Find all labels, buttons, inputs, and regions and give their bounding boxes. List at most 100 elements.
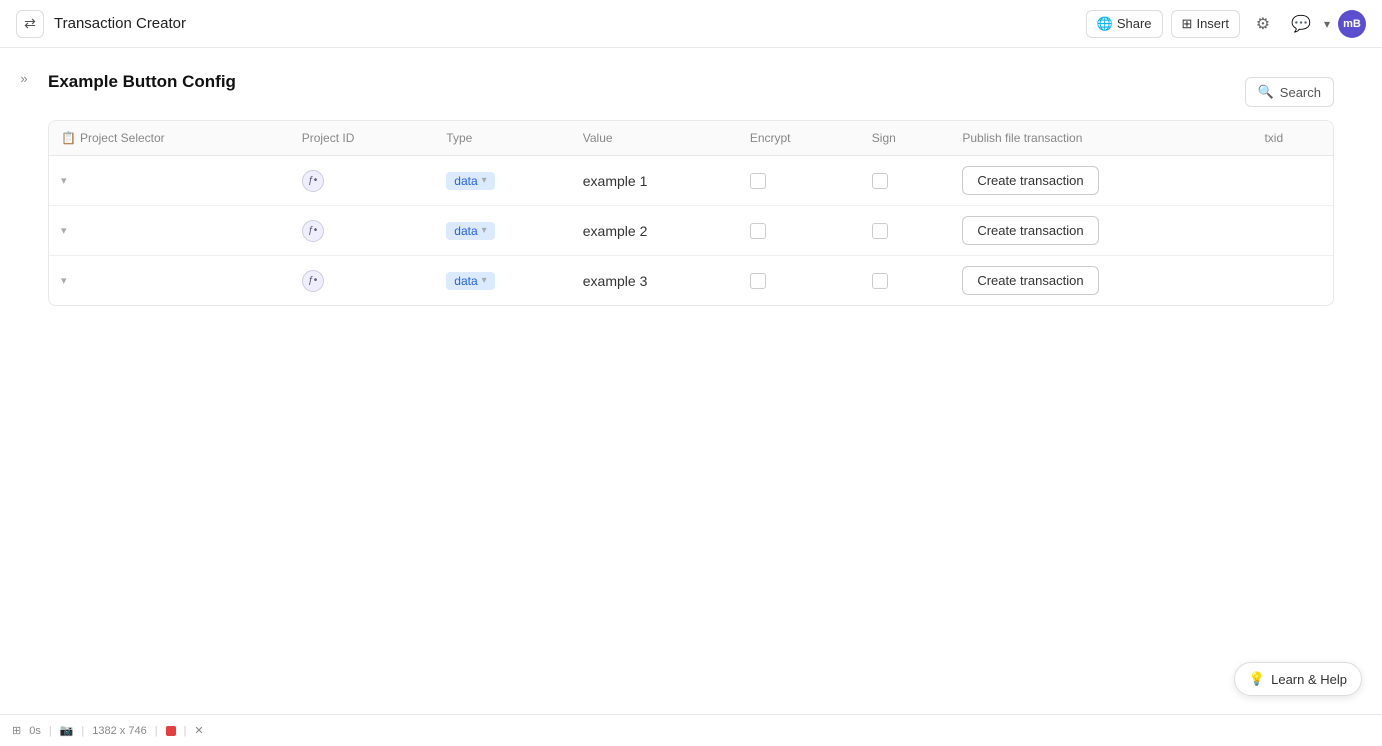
bottombar-sep1: | <box>49 725 52 737</box>
col-txid: txid <box>1252 121 1333 156</box>
dimensions-value: 1382 x 746 <box>92 725 146 737</box>
share-label: Share <box>1117 16 1152 31</box>
row1-encrypt-checkbox[interactable] <box>750 173 766 189</box>
main-content: Example Button Config 🔍 Search 📋 Project… <box>0 48 1382 330</box>
row3-project-id: ƒ• <box>290 256 435 306</box>
table-header: 📋 Project Selector Project ID Type Value… <box>49 121 1333 156</box>
row3-sign <box>860 256 951 306</box>
row2-encrypt <box>738 206 860 256</box>
row3-project-selector: ▾ <box>49 256 290 306</box>
comments-button[interactable]: 💬 <box>1286 9 1316 39</box>
row3-chevron-icon[interactable]: ▾ <box>61 274 67 287</box>
bottombar-sep3: | <box>155 725 158 737</box>
bottombar: ⊞ 0s | 📷 | 1382 x 746 | | ✕ <box>0 714 1382 746</box>
row1-type-label: data <box>454 174 477 188</box>
learn-help-label: Learn & Help <box>1271 672 1347 687</box>
section-title: Example Button Config <box>48 72 236 92</box>
row2-value: example 2 <box>571 206 738 256</box>
search-label: Search <box>1280 85 1321 100</box>
row2-txid <box>1252 206 1333 256</box>
row1-txid <box>1252 156 1333 206</box>
page-title: Transaction Creator <box>54 15 186 32</box>
bottombar-camera-icon[interactable]: 📷 <box>60 724 74 737</box>
col-project-id: Project ID <box>290 121 435 156</box>
row3-type-label: data <box>454 274 477 288</box>
row1-value-text: example 1 <box>583 173 648 189</box>
row1-func-icon[interactable]: ƒ• <box>302 170 324 192</box>
sidebar-toggle[interactable]: » <box>10 64 38 92</box>
row3-encrypt <box>738 256 860 306</box>
table: 📋 Project Selector Project ID Type Value… <box>49 121 1333 305</box>
col-encrypt: Encrypt <box>738 121 860 156</box>
red-dot-icon <box>166 726 176 736</box>
row2-sign-checkbox[interactable] <box>872 223 888 239</box>
insert-icon: ⊞ <box>1182 16 1193 32</box>
col-sign: Sign <box>860 121 951 156</box>
settings-button[interactable]: ⚙ <box>1248 9 1278 39</box>
topbar-right: 🌐 Share ⊞ Insert ⚙ 💬 ▾ mB <box>1086 9 1366 39</box>
topbar-left: ⇄ Transaction Creator <box>16 10 186 38</box>
bottombar-grid-icon: ⊞ <box>12 724 21 737</box>
row1-encrypt <box>738 156 860 206</box>
row3-publish: Create transaction <box>950 256 1252 306</box>
search-icon: 🔍 <box>1258 84 1274 100</box>
chevron-down-icon[interactable]: ▾ <box>1324 17 1330 31</box>
bottombar-dimensions: 1382 x 746 <box>92 725 146 737</box>
globe-icon: 🌐 <box>1097 16 1113 32</box>
row2-type-label: data <box>454 224 477 238</box>
row2-type-chevron-icon[interactable]: ▾ <box>482 225 487 236</box>
row3-func-icon[interactable]: ƒ• <box>302 270 324 292</box>
row2-publish: Create transaction <box>950 206 1252 256</box>
row1-value: example 1 <box>571 156 738 206</box>
row3-txid <box>1252 256 1333 306</box>
row2-func-icon[interactable]: ƒ• <box>302 220 324 242</box>
row1-create-transaction-button[interactable]: Create transaction <box>962 166 1098 195</box>
row2-encrypt-checkbox[interactable] <box>750 223 766 239</box>
row1-type-chevron-icon[interactable]: ▾ <box>482 175 487 186</box>
row3-type-chevron-icon[interactable]: ▾ <box>482 275 487 286</box>
insert-button[interactable]: ⊞ Insert <box>1171 10 1240 38</box>
bottombar-timer: 0s <box>29 725 41 737</box>
avatar-initials: mB <box>1343 18 1361 30</box>
back-button[interactable]: ⇄ <box>16 10 44 38</box>
row1-project-selector: ▾ <box>49 156 290 206</box>
table-row: ▾ ƒ• data ▾ exa <box>49 206 1333 256</box>
data-table: 📋 Project Selector Project ID Type Value… <box>48 120 1334 306</box>
row1-sign-checkbox[interactable] <box>872 173 888 189</box>
row3-create-transaction-button[interactable]: Create transaction <box>962 266 1098 295</box>
avatar[interactable]: mB <box>1338 10 1366 38</box>
comment-icon: 💬 <box>1291 14 1311 34</box>
timer-value: 0s <box>29 725 41 737</box>
row2-value-text: example 2 <box>583 223 648 239</box>
back-arrow-icon: ⇄ <box>24 15 36 32</box>
row3-value-text: example 3 <box>583 273 648 289</box>
col-project-selector: 📋 Project Selector <box>49 121 290 156</box>
row2-type: data ▾ <box>434 206 570 256</box>
search-button[interactable]: 🔍 Search <box>1245 77 1334 107</box>
row3-sign-checkbox[interactable] <box>872 273 888 289</box>
share-button[interactable]: 🌐 Share <box>1086 10 1163 38</box>
row2-sign <box>860 206 951 256</box>
row1-sign <box>860 156 951 206</box>
row3-value: example 3 <box>571 256 738 306</box>
insert-label: Insert <box>1196 16 1229 31</box>
bottombar-sep4: | <box>184 725 187 737</box>
row3-type: data ▾ <box>434 256 570 306</box>
table-row: ▾ ƒ• data ▾ exa <box>49 156 1333 206</box>
row2-chevron-icon[interactable]: ▾ <box>61 224 67 237</box>
col-type: Type <box>434 121 570 156</box>
row1-chevron-icon[interactable]: ▾ <box>61 174 67 187</box>
learn-help-button[interactable]: 💡 Learn & Help <box>1234 662 1362 696</box>
row2-project-selector: ▾ <box>49 206 290 256</box>
row3-encrypt-checkbox[interactable] <box>750 273 766 289</box>
bottombar-close-icon[interactable]: ✕ <box>194 724 203 737</box>
row2-create-transaction-button[interactable]: Create transaction <box>962 216 1098 245</box>
book-icon: 📋 <box>61 131 76 145</box>
row1-type: data ▾ <box>434 156 570 206</box>
table-header-row: Example Button Config 🔍 Search <box>48 72 1334 112</box>
lightbulb-icon: 💡 <box>1249 671 1265 687</box>
row1-publish: Create transaction <box>950 156 1252 206</box>
table-row: ▾ ƒ• data ▾ exa <box>49 256 1333 306</box>
topbar: ⇄ Transaction Creator 🌐 Share ⊞ Insert ⚙… <box>0 0 1382 48</box>
row2-project-id: ƒ• <box>290 206 435 256</box>
